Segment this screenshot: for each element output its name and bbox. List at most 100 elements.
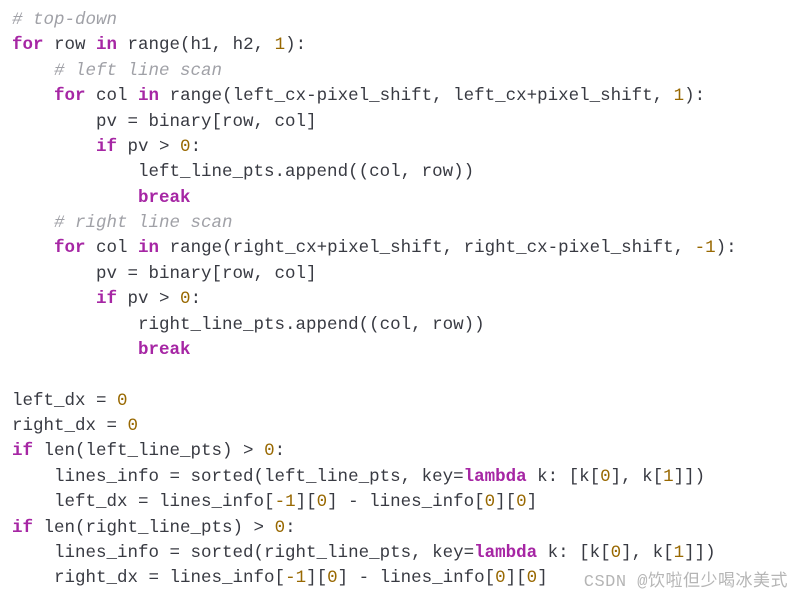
code-token: # left line scan (54, 61, 222, 81)
code-token: 1 (663, 467, 674, 487)
code-token: in (138, 238, 159, 258)
code-token: ): (684, 86, 705, 106)
code-token: col (86, 86, 139, 106)
code-token: 1 (674, 86, 685, 106)
code-token: lambda (474, 543, 537, 563)
code-token: ] - lines_info[ (338, 568, 496, 588)
code-token: if (96, 137, 117, 157)
code-token: row (44, 35, 97, 55)
code-token: ][ (306, 568, 327, 588)
code-line: right_dx = 0 (12, 416, 138, 436)
code-token: right_line_pts.append((col, row)) (138, 315, 485, 335)
code-token: pv = binary[row, col] (96, 112, 317, 132)
code-token: 0 (275, 518, 286, 538)
code-token: 0 (128, 416, 139, 436)
code-token: 0 (611, 543, 622, 563)
code-token: 0 (317, 492, 328, 512)
code-token: right_dx = (12, 416, 128, 436)
code-token: ][ (506, 568, 527, 588)
code-token: 0 (264, 441, 275, 461)
code-line (12, 365, 23, 385)
code-token: left_line_pts.append((col, row)) (138, 162, 474, 182)
code-token: lines_info = sorted(left_line_pts, key= (54, 467, 464, 487)
code-line: for col in range(left_cx-pixel_shift, le… (12, 86, 705, 106)
code-token (12, 365, 23, 385)
code-token: pv = binary[row, col] (96, 264, 317, 284)
code-token: if (96, 289, 117, 309)
code-token: 0 (327, 568, 338, 588)
code-token: : (275, 441, 286, 461)
code-token: # right line scan (54, 213, 233, 233)
code-token: ], k[ (621, 543, 674, 563)
code-token: 0 (495, 568, 506, 588)
code-token: -1 (695, 238, 716, 258)
code-token: -1 (285, 568, 306, 588)
code-line: # right line scan (12, 213, 233, 233)
code-line: left_dx = 0 (12, 391, 128, 411)
code-token: left_dx = lines_info[ (54, 492, 275, 512)
code-line: if pv > 0: (12, 289, 201, 309)
code-token: left_dx = (12, 391, 117, 411)
code-token: 0 (180, 289, 191, 309)
code-token: # top-down (12, 10, 117, 30)
code-line: left_line_pts.append((col, row)) (12, 162, 474, 182)
code-token: if (12, 518, 33, 538)
code-token: ] - lines_info[ (327, 492, 485, 512)
code-token: k: [k[ (537, 543, 611, 563)
code-block: # top-down for row in range(h1, h2, 1): … (12, 8, 794, 592)
code-token: right_dx = lines_info[ (54, 568, 285, 588)
code-token: ] (527, 492, 538, 512)
code-token: in (138, 86, 159, 106)
code-line: break (12, 188, 191, 208)
code-token: 0 (485, 492, 496, 512)
code-line: if len(right_line_pts) > 0: (12, 518, 296, 538)
code-line: break (12, 340, 191, 360)
code-token: : (191, 137, 202, 157)
code-line: right_line_pts.append((col, row)) (12, 315, 485, 335)
code-token: ): (716, 238, 737, 258)
code-token: break (138, 188, 191, 208)
code-token: 1 (275, 35, 286, 55)
code-token: : (191, 289, 202, 309)
code-token: -1 (275, 492, 296, 512)
code-line: pv = binary[row, col] (12, 264, 317, 284)
code-token: ]]) (674, 467, 706, 487)
code-token: pv > (117, 289, 180, 309)
code-token: 0 (516, 492, 527, 512)
code-token: len(right_line_pts) > (33, 518, 275, 538)
code-token: if (12, 441, 33, 461)
code-token: for (54, 238, 86, 258)
code-line: lines_info = sorted(right_line_pts, key=… (12, 543, 716, 563)
code-token: range(h1, h2, (117, 35, 275, 55)
code-token: : (285, 518, 296, 538)
code-token: for (54, 86, 86, 106)
code-token: 0 (527, 568, 538, 588)
code-token: ]]) (684, 543, 716, 563)
code-token: ] (537, 568, 548, 588)
code-line: for col in range(right_cx+pixel_shift, r… (12, 238, 737, 258)
code-token: lambda (464, 467, 527, 487)
code-line: for row in range(h1, h2, 1): (12, 35, 306, 55)
code-token: for (12, 35, 44, 55)
code-token: range(left_cx-pixel_shift, left_cx+pixel… (159, 86, 674, 106)
code-token: 0 (180, 137, 191, 157)
code-line: lines_info = sorted(left_line_pts, key=l… (12, 467, 705, 487)
code-token: 1 (674, 543, 685, 563)
code-line: right_dx = lines_info[-1][0] - lines_inf… (12, 568, 548, 588)
code-token: break (138, 340, 191, 360)
code-line: # left line scan (12, 61, 222, 81)
code-line: if pv > 0: (12, 137, 201, 157)
code-token: ], k[ (611, 467, 664, 487)
code-token: lines_info = sorted(right_line_pts, key= (54, 543, 474, 563)
code-token: in (96, 35, 117, 55)
code-line: if len(left_line_pts) > 0: (12, 441, 285, 461)
code-token: ][ (495, 492, 516, 512)
code-token: pv > (117, 137, 180, 157)
code-token: 0 (600, 467, 611, 487)
code-token: col (86, 238, 139, 258)
code-token: k: [k[ (527, 467, 601, 487)
code-token: 0 (117, 391, 128, 411)
code-token: ): (285, 35, 306, 55)
code-token: range(right_cx+pixel_shift, right_cx-pix… (159, 238, 695, 258)
code-token: len(left_line_pts) > (33, 441, 264, 461)
